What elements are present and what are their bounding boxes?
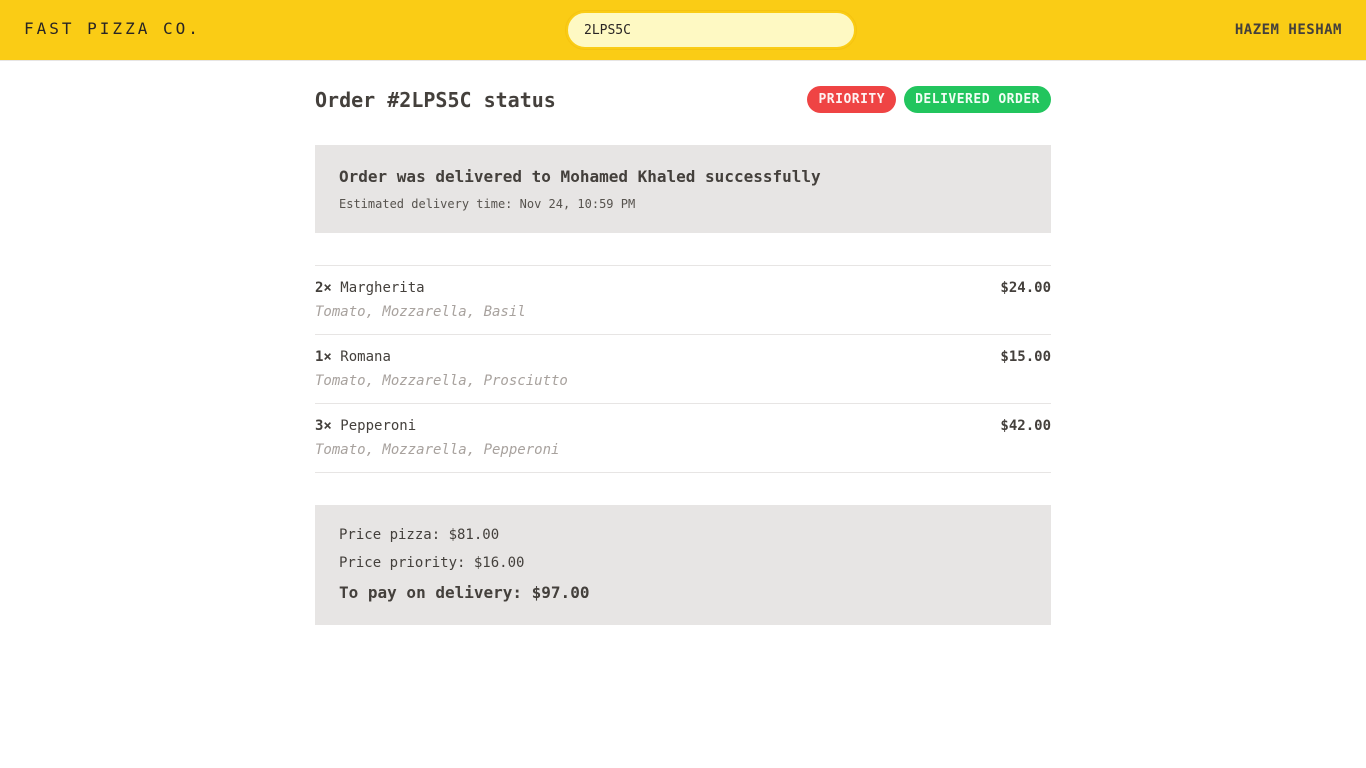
item-ingredients: Tomato, Mozzarella, Prosciutto <box>315 373 568 389</box>
price-pizza: Price pizza: $81.00 <box>339 527 500 543</box>
price-summary-panel: Price pizza: $81.00 Price priority: $16.… <box>315 505 1051 625</box>
list-item: 2× Margherita $24.00 Tomato, Mozzarella,… <box>315 266 1051 335</box>
estimated-delivery-time: Estimated delivery time: Nov 24, 10:59 P… <box>339 197 636 211</box>
status-badge: DELIVERED ORDER <box>904 86 1051 113</box>
order-title-row: Order #2LPS5C status PRIORITY DELIVERED … <box>315 85 1051 115</box>
item-title: 2× Margherita <box>315 280 425 296</box>
order-search-input[interactable] <box>566 11 856 49</box>
item-price: $24.00 <box>1000 280 1051 296</box>
item-name: Romana <box>340 349 391 365</box>
price-priority: Price priority: $16.00 <box>339 555 525 571</box>
item-name: Pepperoni <box>340 418 417 434</box>
item-ingredients: Tomato, Mozzarella, Basil <box>315 304 526 320</box>
item-quantity: 1× <box>315 349 332 365</box>
order-items-list: 2× Margherita $24.00 Tomato, Mozzarella,… <box>315 265 1051 473</box>
brand-logo-link[interactable]: FAST PIZZA CO. <box>24 19 201 38</box>
delivery-status-panel: Order was delivered to Mohamed Khaled su… <box>315 145 1051 233</box>
item-name: Margherita <box>340 280 425 296</box>
priority-badge: PRIORITY <box>807 86 897 113</box>
item-quantity: 2× <box>315 280 332 296</box>
username-label: HAZEM HESHAM <box>1234 22 1342 38</box>
app-header: FAST PIZZA CO. HAZEM HESHAM <box>0 0 1366 61</box>
item-ingredients: Tomato, Mozzarella, Pepperoni <box>315 442 560 458</box>
item-quantity: 3× <box>315 418 332 434</box>
item-price: $15.00 <box>1000 349 1051 365</box>
list-item: 3× Pepperoni $42.00 Tomato, Mozzarella, … <box>315 404 1051 473</box>
total-to-pay: To pay on delivery: $97.00 <box>339 583 590 602</box>
page-title: Order #2LPS5C status <box>315 88 556 112</box>
delivered-message: Order was delivered to Mohamed Khaled su… <box>339 167 821 186</box>
list-item: 1× Romana $15.00 Tomato, Mozzarella, Pro… <box>315 335 1051 404</box>
item-price: $42.00 <box>1000 418 1051 434</box>
item-title: 1× Romana <box>315 349 391 365</box>
item-title: 3× Pepperoni <box>315 418 416 434</box>
status-badges: PRIORITY DELIVERED ORDER <box>807 86 1051 113</box>
